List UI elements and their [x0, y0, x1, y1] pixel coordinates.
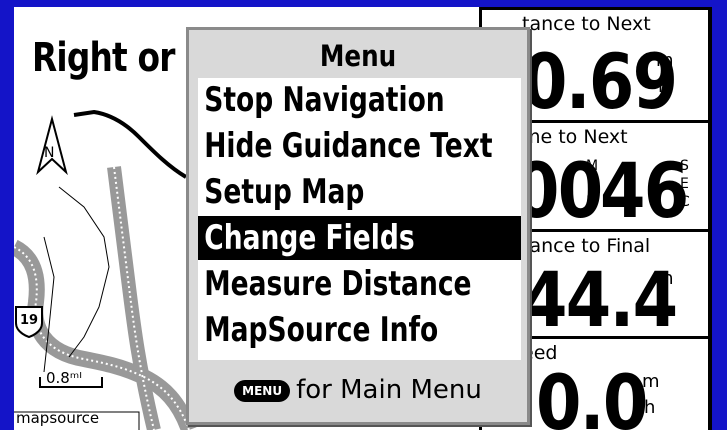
map-source-label: mapsource	[16, 409, 100, 427]
field-value: 0.69	[522, 37, 678, 120]
route-line	[73, 109, 188, 179]
highway-road	[14, 239, 197, 430]
highway-road-2	[107, 166, 161, 430]
unit-top: m	[656, 268, 674, 289]
guidance-text: Right or	[32, 35, 175, 81]
unit-top: m	[656, 50, 674, 71]
device-frame: N Right or 19 0.8ᵐᴵ mapsource tance to N…	[0, 0, 727, 430]
menu-item-mapsource-info[interactable]: MapSource Info	[198, 308, 521, 352]
menu-title: Menu	[319, 39, 397, 73]
unit-min-1: M	[586, 158, 599, 174]
field-value: 44.4	[522, 255, 678, 337]
menu-list: Stop Navigation Hide Guidance Text Setup…	[198, 78, 521, 360]
unit-min-2: I	[588, 176, 593, 192]
unit-sec-1: S	[680, 158, 689, 174]
menu-item-label: MapSource Info	[204, 310, 439, 350]
field-label: tance to Next	[522, 13, 651, 35]
unit-min-3: N	[586, 194, 597, 210]
menu-item-label: Hide Guidance Text	[204, 126, 493, 166]
unit-sec-3: C	[680, 194, 690, 210]
route-shield-number: 19	[19, 313, 39, 328]
menu-hint-text: for Main Menu	[296, 375, 482, 405]
minor-road	[58, 186, 110, 358]
menu-item-stop-navigation[interactable]: Stop Navigation	[198, 78, 521, 122]
svg-text:N: N	[44, 145, 54, 161]
menu-item-label: Measure Distance	[204, 264, 472, 304]
field-value: 0.0	[536, 358, 648, 430]
field-value-seconds: 46	[600, 146, 689, 229]
gps-screen: N Right or 19 0.8ᵐᴵ mapsource tance to N…	[14, 7, 712, 430]
unit-top: m	[642, 371, 660, 392]
north-arrow-icon: N	[36, 115, 68, 176]
menu-item-measure-distance[interactable]: Measure Distance	[198, 262, 521, 306]
menu-hint: MENU for Main Menu	[189, 375, 527, 405]
unit-sec-2: E	[680, 176, 689, 192]
field-label: me to Next	[522, 126, 628, 148]
unit-bottom: i	[658, 294, 664, 315]
options-menu: Menu Stop Navigation Hide Guidance Text …	[186, 27, 530, 425]
unit-bottom: h	[644, 397, 656, 418]
menu-item-label: Change Fields	[204, 218, 415, 258]
unit-bottom: i	[658, 76, 664, 97]
menu-item-label: Stop Navigation	[204, 80, 445, 120]
menu-item-hide-guidance-text[interactable]: Hide Guidance Text	[198, 124, 521, 168]
menu-key-icon: MENU	[234, 379, 291, 402]
map-scale-label: 0.8ᵐᴵ	[46, 369, 82, 387]
menu-item-label: Setup Map	[204, 172, 365, 212]
menu-item-change-fields[interactable]: Change Fields	[198, 216, 521, 260]
menu-item-setup-map[interactable]: Setup Map	[198, 170, 521, 214]
field-label: tance to Final	[522, 235, 651, 257]
